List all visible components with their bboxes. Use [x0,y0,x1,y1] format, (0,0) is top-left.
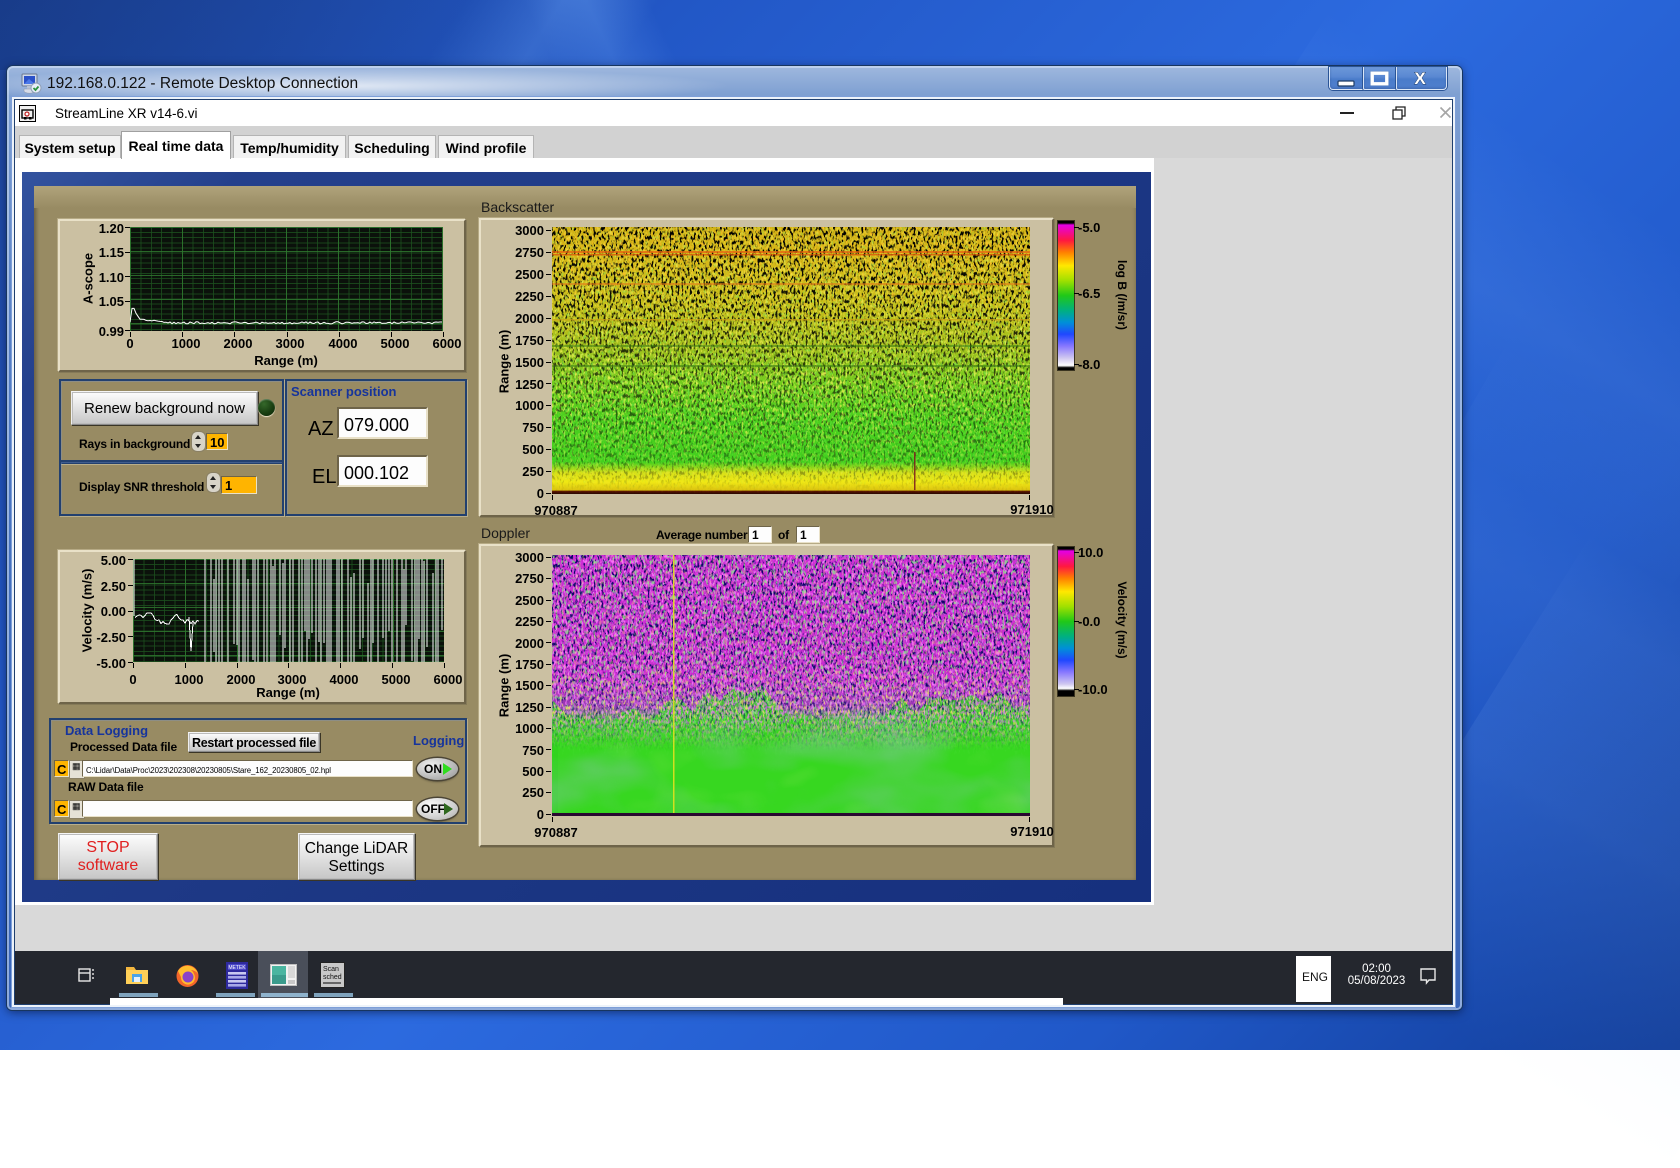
svg-text:Scan: Scan [323,966,339,973]
svg-text:X: X [1414,69,1426,88]
svg-text:sched: sched [323,974,342,981]
svg-text:METEK: METEK [228,965,246,971]
